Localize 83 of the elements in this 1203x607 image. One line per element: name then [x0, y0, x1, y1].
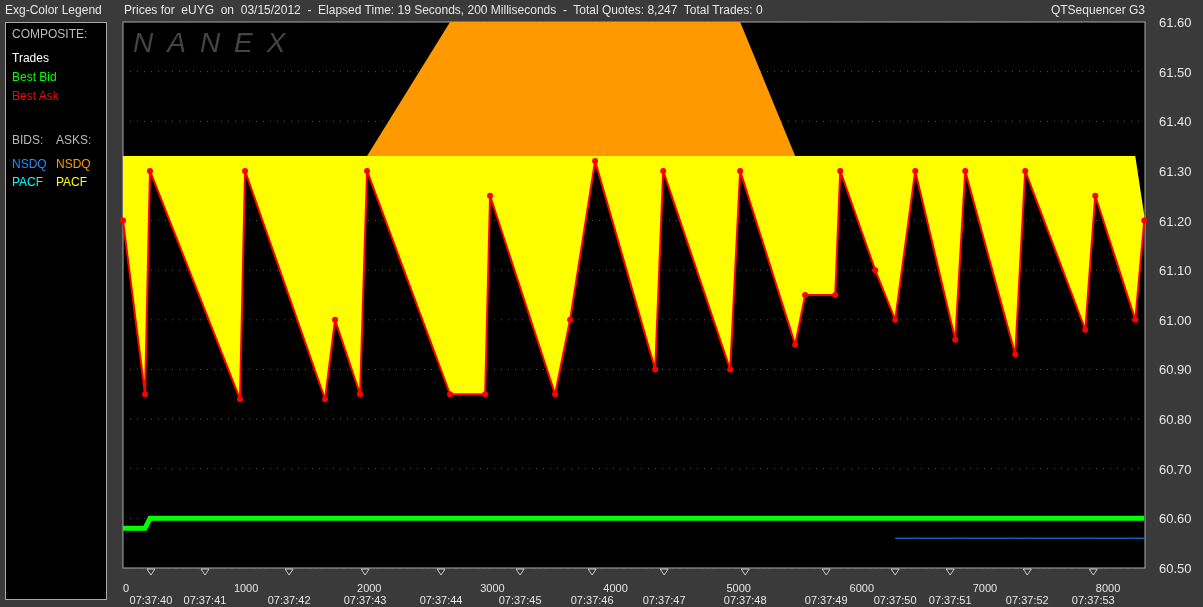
point — [322, 396, 329, 403]
legend-item: NSDQ — [12, 156, 48, 173]
legend-title: Exg-Color Legend — [4, 2, 103, 19]
point — [1092, 192, 1099, 199]
point — [652, 366, 659, 373]
x-tick-label: 7000 — [972, 582, 998, 594]
point — [146, 167, 153, 174]
y-tick-label: 61.00 — [1159, 312, 1192, 328]
x-tick-label: 1000 — [233, 582, 259, 594]
point — [892, 316, 899, 323]
x-tick-label: 0 — [123, 582, 130, 594]
time-label: 07:37:51 — [928, 594, 972, 606]
point — [952, 336, 959, 343]
point — [837, 167, 844, 174]
legend-item: Best Bid — [12, 69, 58, 86]
time-label: 07:37:43 — [343, 594, 387, 606]
legend-item: PACF — [56, 174, 89, 191]
point — [660, 167, 667, 174]
legend-item: Trades — [12, 50, 50, 67]
point — [120, 217, 126, 224]
y-tick-label: 61.30 — [1159, 163, 1192, 179]
legend-heading: COMPOSITE: — [12, 26, 89, 43]
point — [832, 292, 839, 298]
y-tick-label: 61.50 — [1159, 64, 1192, 80]
point — [242, 167, 249, 174]
time-label: 07:37:41 — [183, 594, 227, 606]
point — [552, 391, 559, 398]
point — [727, 366, 734, 373]
point — [142, 391, 149, 398]
legend-item: NSDQ — [56, 156, 92, 173]
point — [1132, 316, 1139, 323]
time-label: 07:37:48 — [723, 594, 767, 606]
time-label: 07:37:40 — [129, 594, 173, 606]
point — [1082, 326, 1089, 333]
point — [567, 316, 574, 323]
point — [912, 167, 919, 174]
point — [364, 167, 371, 174]
x-tick-label: 5000 — [726, 582, 751, 594]
point — [1022, 167, 1029, 174]
point — [236, 396, 243, 403]
y-tick-label: 60.70 — [1159, 461, 1192, 477]
logo-text: NANEX — [133, 27, 300, 58]
point — [872, 267, 879, 274]
y-tick-label: 60.60 — [1159, 511, 1192, 527]
y-tick-label: 60.50 — [1159, 561, 1192, 576]
x-tick-label: 8000 — [1095, 582, 1121, 594]
y-tick-label: 61.10 — [1159, 263, 1192, 279]
legend-heading: BIDS: — [12, 132, 45, 149]
point — [357, 391, 364, 398]
y-tick-label: 61.20 — [1159, 213, 1192, 229]
y-tick-label: 60.90 — [1159, 362, 1192, 378]
point — [482, 391, 489, 398]
time-label: 07:37:49 — [804, 594, 848, 606]
time-label: 07:37:42 — [267, 594, 311, 606]
y-tick-label: 61.40 — [1159, 114, 1192, 130]
point — [962, 167, 969, 174]
app-name: QTSequencer G3 — [1050, 2, 1145, 19]
point — [332, 316, 339, 323]
y-tick-label: 60.80 — [1159, 412, 1192, 428]
point — [1141, 217, 1148, 224]
time-label: 07:37:47 — [642, 594, 686, 606]
time-label: 07:37:53 — [1071, 594, 1115, 606]
time-label: 07:37:46 — [570, 594, 614, 606]
point — [792, 341, 799, 348]
x-tick-label: 3000 — [480, 582, 505, 594]
x-tick-label: 4000 — [603, 582, 628, 594]
point — [592, 157, 599, 164]
time-label: 07:37:45 — [498, 594, 542, 606]
legend-item: PACF — [12, 174, 45, 191]
point — [487, 192, 494, 199]
time-label: 07:37:50 — [873, 594, 917, 606]
x-tick-label: 6000 — [849, 582, 875, 594]
time-label: 07:37:52 — [1005, 594, 1049, 606]
point — [737, 167, 744, 174]
point — [802, 292, 809, 298]
y-tick-label: 61.60 — [1159, 15, 1192, 30]
x-tick-label: 2000 — [357, 582, 382, 594]
time-label: 07:37:44 — [419, 594, 463, 606]
legend-heading: ASKS: — [56, 132, 93, 149]
point — [447, 391, 454, 398]
point — [1012, 351, 1019, 358]
chart-title: Prices for eUYG on 03/15/2012 - Elapsed Time: 19 Seconds, 200 Milliseconds - Total Quotes: 8,247 Total Trades: 0 — [123, 2, 763, 19]
legend-item: Best Ask — [12, 88, 60, 105]
